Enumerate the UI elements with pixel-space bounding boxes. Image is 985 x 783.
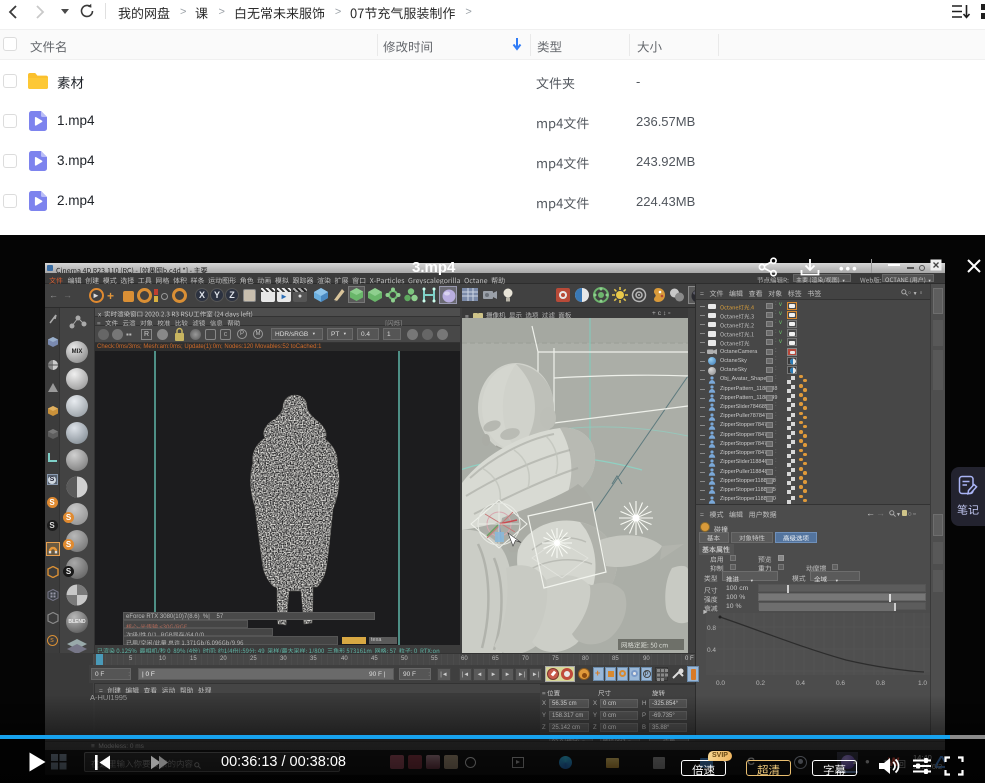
svg-text:0.4: 0.4 [796,680,805,687]
svg-text:0.8: 0.8 [707,625,716,632]
svg-text:1.0: 1.0 [918,680,927,687]
svg-text:0.2: 0.2 [756,680,765,687]
svg-text:0.0: 0.0 [716,680,725,687]
svg-text:0.8: 0.8 [876,680,885,687]
svg-text:0.6: 0.6 [836,680,845,687]
svg-text:0.4: 0.4 [707,647,716,654]
